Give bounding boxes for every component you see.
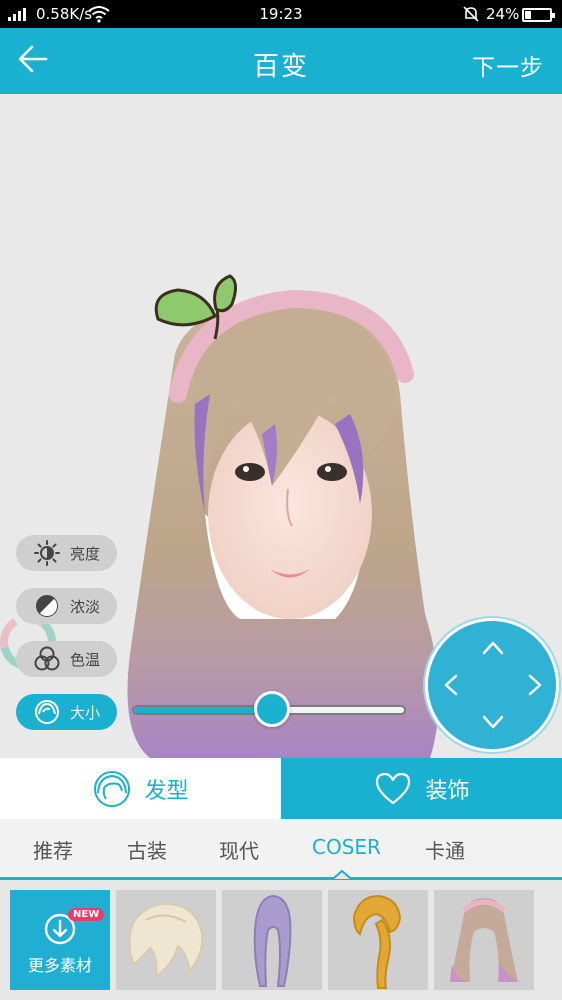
- hairstyle-item[interactable]: [222, 890, 322, 990]
- purple-long-wig: [253, 894, 292, 987]
- tab-hairstyle[interactable]: 发型: [0, 758, 281, 819]
- color-temperature-label: 色温: [70, 650, 101, 669]
- slider-fill: [134, 707, 272, 713]
- chevron-right-icon[interactable]: [518, 668, 552, 702]
- blonde-ponytail-wig: [352, 894, 402, 989]
- subtab-modern[interactable]: 现代: [219, 835, 259, 864]
- size-label: 大小: [70, 703, 101, 722]
- chevron-left-icon[interactable]: [434, 668, 468, 702]
- style-subtabs: 推荐 古装 现代 COSER 卡通: [0, 819, 562, 879]
- size-slider[interactable]: [132, 691, 406, 727]
- tab-decoration[interactable]: 装饰: [281, 758, 562, 819]
- brightness-label: 亮度: [70, 544, 101, 563]
- subtab-coser[interactable]: COSER: [312, 835, 381, 859]
- pink-headband-long-wig: [450, 898, 518, 982]
- subtab-recommended[interactable]: 推荐: [33, 835, 73, 864]
- platinum-short-wig: [128, 902, 204, 978]
- top-bar: 百变 下一步: [0, 28, 562, 94]
- brightness-icon: [32, 538, 62, 568]
- heart-icon: [376, 772, 411, 804]
- hairstyle-item[interactable]: [116, 890, 216, 990]
- subtab-cartoon[interactable]: 卡通: [425, 835, 465, 864]
- contrast-button[interactable]: 浓淡: [16, 588, 117, 624]
- chevron-up-icon[interactable]: [476, 631, 510, 665]
- contrast-label: 浓淡: [70, 597, 101, 616]
- contrast-icon: [32, 591, 62, 621]
- color-temperature-button[interactable]: 色温: [16, 641, 117, 677]
- battery-percent: 24%: [486, 5, 520, 23]
- more-materials-button[interactable]: NEW 更多素材: [10, 890, 110, 990]
- size-button[interactable]: 大小: [16, 694, 117, 730]
- tab-decoration-label: 装饰: [425, 778, 470, 804]
- battery-icon: [522, 8, 555, 22]
- hairstyle-tray: NEW 更多素材: [0, 880, 562, 1000]
- color-temperature-icon: [32, 644, 62, 674]
- brightness-button[interactable]: 亮度: [16, 535, 117, 571]
- hair-icon: [94, 770, 131, 807]
- size-icon: [32, 697, 62, 727]
- subtab-pointer: [334, 870, 350, 879]
- next-step-button[interactable]: 下一步: [472, 48, 544, 82]
- position-dpad[interactable]: [425, 618, 559, 752]
- slider-knob[interactable]: [254, 691, 290, 727]
- mute-bell-icon: [463, 6, 479, 22]
- tab-hairstyle-label: 发型: [144, 778, 189, 804]
- more-materials-label: 更多素材: [27, 956, 92, 975]
- chevron-down-icon[interactable]: [476, 705, 510, 739]
- status-bar: 0.58K/s 19:23 24%: [0, 0, 562, 28]
- new-badge: NEW: [68, 908, 105, 921]
- category-tabs: 发型 装饰: [0, 758, 562, 819]
- battery-fill: [525, 11, 531, 19]
- subtab-ancient[interactable]: 古装: [127, 835, 167, 864]
- hairstyle-item[interactable]: [434, 890, 534, 990]
- hairstyle-item[interactable]: [328, 890, 428, 990]
